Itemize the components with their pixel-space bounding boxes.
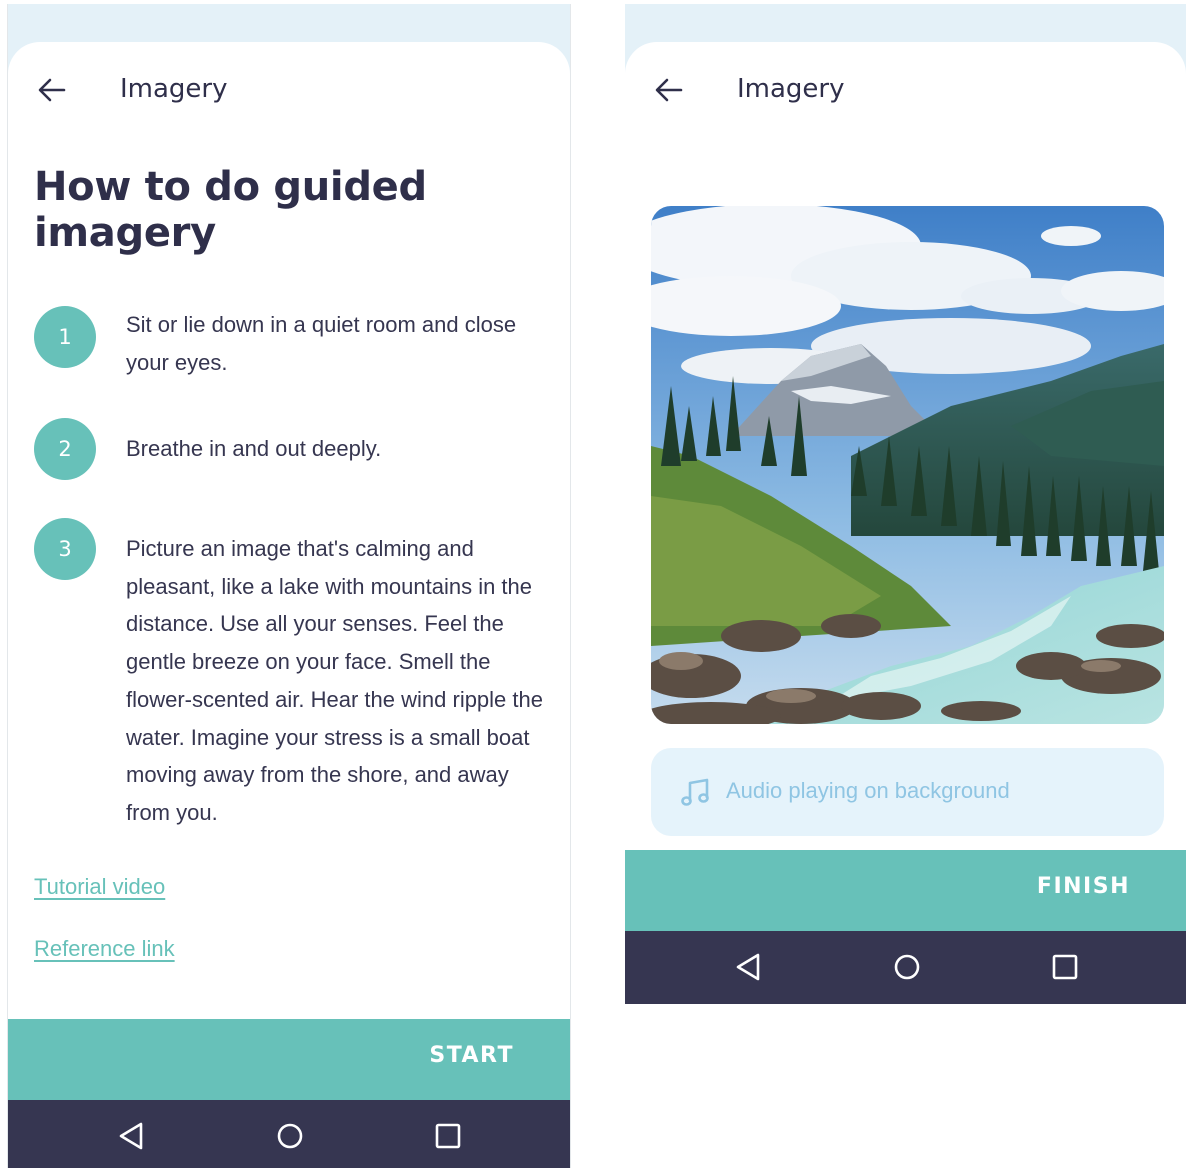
step-number-badge: 1 [34,306,96,368]
app-bar-title: Imagery [737,74,845,104]
step-number-badge: 3 [34,518,96,580]
step-text: Sit or lie down in a quiet room and clos… [126,312,517,375]
audio-status-box: Audio playing on background [651,748,1164,836]
app-bar: Imagery [8,68,570,112]
app-bar-title: Imagery [120,74,228,104]
mountain-river-landscape-image [651,206,1164,724]
player-screen: Imagery Audio playing on background FINI… [625,4,1186,1005]
step-number-badge: 2 [34,418,96,480]
circle-home-icon[interactable] [891,951,923,983]
step-text: Picture an image that's calming and plea… [126,536,543,825]
circle-home-icon[interactable] [274,1120,306,1152]
content-card: Imagery Audio playing on background FINI… [625,42,1186,1005]
triangle-back-icon[interactable] [733,951,765,983]
tutorial-video-link[interactable]: Tutorial video [34,874,165,900]
audio-status-text: Audio playing on background [726,778,1010,803]
arrow-left-icon[interactable] [651,72,687,108]
instructions-screen: Imagery How to do guided imagery 1 Sit o… [7,4,571,1168]
finish-bar[interactable]: FINISH [625,850,1186,931]
app-bar: Imagery [625,68,1186,112]
reference-link[interactable]: Reference link [34,936,175,962]
finish-button[interactable]: FINISH [1037,874,1130,899]
arrow-left-icon[interactable] [34,72,70,108]
content-card: Imagery How to do guided imagery 1 Sit o… [8,42,570,1168]
start-bar[interactable]: START [8,1019,570,1100]
music-note-icon [681,778,709,806]
system-nav-bar [8,1100,570,1168]
triangle-back-icon[interactable] [116,1120,148,1152]
start-button[interactable]: START [429,1043,514,1068]
system-nav-bar [625,931,1186,1004]
step-text: Breathe in and out deeply. [126,436,382,461]
square-recents-icon[interactable] [432,1120,464,1152]
page-title: How to do guided imagery [34,164,427,256]
square-recents-icon[interactable] [1049,951,1081,983]
